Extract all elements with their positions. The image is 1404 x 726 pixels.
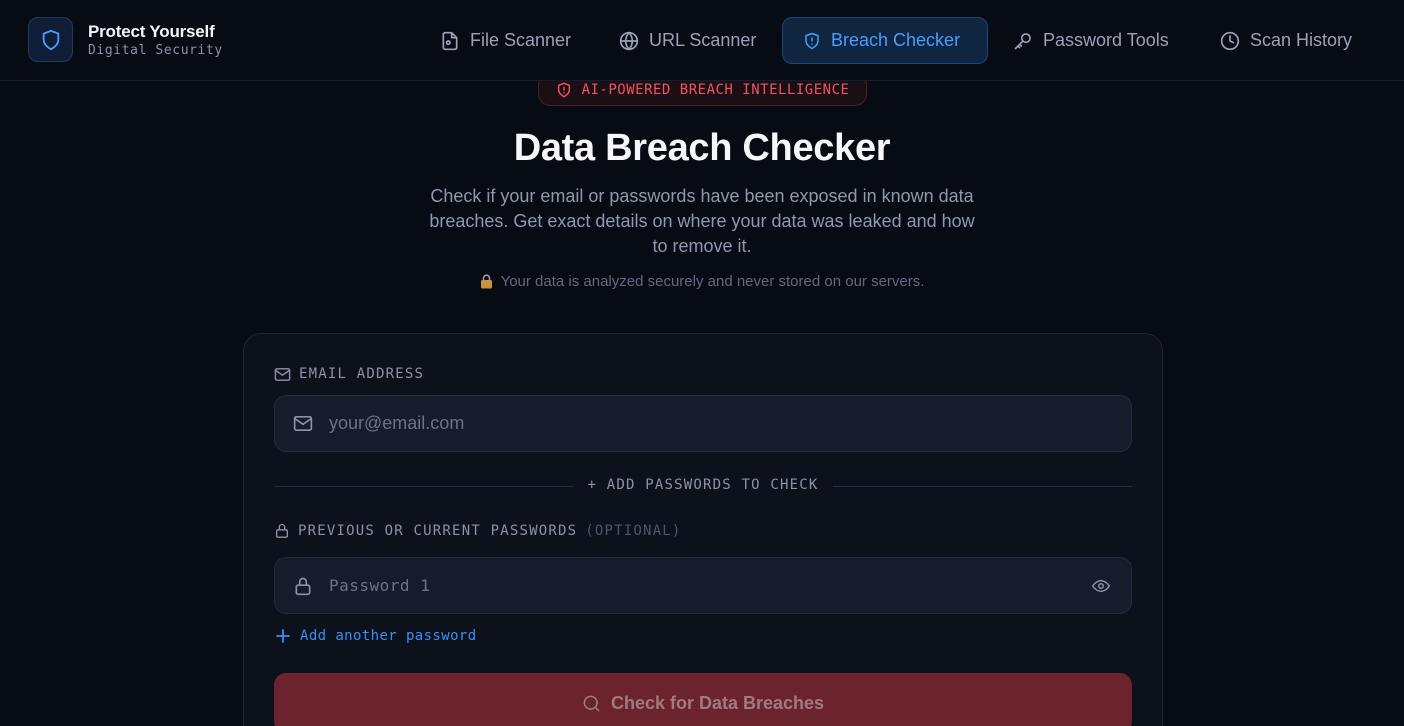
email-field-wrapper[interactable]: [274, 395, 1132, 452]
nav-file-scanner[interactable]: File Scanner: [420, 17, 591, 64]
email-input[interactable]: [329, 413, 1029, 434]
secure-note-text: Your data is analyzed securely and never…: [500, 273, 925, 290]
nav-breach-checker[interactable]: Breach Checker: [782, 17, 988, 64]
lock-icon: [295, 577, 311, 595]
nav-password-tools[interactable]: Password Tools: [993, 17, 1189, 64]
page-description: Check if your email or passwords have be…: [429, 186, 975, 256]
email-label: EMAIL ADDRESS: [274, 366, 424, 382]
nav-label: URL Scanner: [649, 30, 757, 50]
add-passwords-divider: + ADD PASSWORDS TO CHECK: [274, 477, 1132, 495]
badge-label: AI-POWERED BREACH INTELLIGENCE: [581, 81, 850, 98]
mail-icon: [293, 416, 313, 431]
brand-title: Protect Yourself: [88, 21, 215, 41]
shield-icon: [28, 17, 73, 62]
clock-icon: [1220, 31, 1240, 50]
passwords-label: PREVIOUS OR CURRENT PASSWORDS (OPTIONAL): [274, 522, 682, 539]
shield-icon: [805, 32, 819, 49]
top-header: Protect Yourself Digital Security File S…: [0, 0, 1404, 81]
page-title: Data Breach Checker: [513, 127, 891, 169]
nav-label: Password Tools: [1043, 30, 1169, 50]
lock-icon: [276, 523, 288, 538]
search-icon: [583, 695, 600, 711]
add-another-password-link[interactable]: Add another password: [276, 628, 477, 644]
check-breaches-button[interactable]: Check for Data Breaches: [274, 673, 1132, 726]
breach-form-card: EMAIL ADDRESS + ADD PASSWORDS TO CHECK P…: [243, 333, 1163, 726]
secure-note: Your data is analyzed securely and never…: [0, 273, 1404, 290]
brand-subtitle: Digital Security: [88, 42, 223, 58]
plus-icon: [276, 629, 290, 643]
lock-icon: [480, 274, 492, 289]
file-icon: [442, 31, 458, 50]
globe-icon: [619, 31, 639, 50]
nav-label: File Scanner: [470, 30, 572, 50]
brand[interactable]: Protect Yourself Digital Security: [28, 17, 223, 62]
nav-label: Scan History: [1250, 30, 1353, 50]
optional-tag: (OPTIONAL): [585, 522, 682, 539]
nav-scan-history[interactable]: Scan History: [1200, 17, 1372, 64]
password-field-wrapper[interactable]: [274, 557, 1132, 614]
eye-icon[interactable]: [1091, 577, 1111, 595]
key-icon: [1014, 32, 1031, 49]
mail-icon: [274, 367, 291, 381]
nav-url-scanner[interactable]: URL Scanner: [599, 17, 776, 64]
add-passwords-toggle[interactable]: + ADD PASSWORDS TO CHECK: [573, 477, 833, 493]
shield-alert-icon: [557, 82, 570, 97]
password-input-1[interactable]: [329, 576, 1029, 595]
nav-label: Breach Checker: [831, 30, 961, 50]
